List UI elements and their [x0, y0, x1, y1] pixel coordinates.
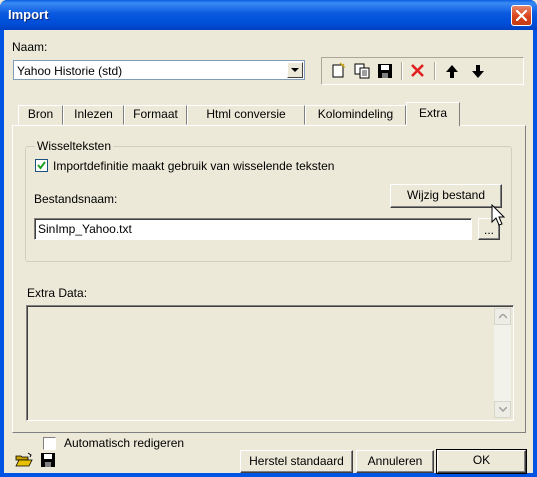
ok-button[interactable]: OK	[436, 449, 527, 474]
wisselteksten-group: Wisselteksten Importdefinitie maakt gebr…	[25, 139, 512, 262]
tab-inlezen[interactable]: Inlezen	[63, 105, 124, 125]
delete-icon[interactable]	[408, 62, 428, 80]
dialog-body: Naam: Yahoo Historie (std) Bron Inlezen …	[4, 30, 533, 474]
tab-kolomindeling[interactable]: Kolomindeling	[305, 105, 406, 125]
close-button[interactable]	[511, 5, 532, 26]
naam-combobox[interactable]: Yahoo Historie (std)	[13, 60, 305, 80]
tab-bron[interactable]: Bron	[18, 105, 63, 125]
automatisch-redigeren-checkbox[interactable]	[43, 437, 56, 450]
new-document-icon[interactable]	[329, 62, 349, 80]
extra-data-label: Extra Data:	[27, 286, 88, 300]
automatisch-redigeren-label[interactable]: Automatisch redigeren	[64, 436, 184, 450]
annuleren-button[interactable]: Annuleren	[356, 450, 434, 473]
bestandsnaam-input[interactable]: SinImp_Yahoo.txt	[34, 218, 472, 240]
title-bar[interactable]: Import	[0, 0, 537, 30]
chevron-down-icon[interactable]	[287, 62, 303, 78]
extra-data-textarea[interactable]	[26, 305, 514, 421]
tab-extra[interactable]: Extra	[406, 102, 460, 126]
move-up-icon[interactable]	[442, 62, 462, 80]
open-folder-icon[interactable]	[15, 452, 33, 468]
tab-html-conversie[interactable]: Html conversie	[187, 105, 305, 125]
definition-toolbar	[321, 57, 524, 85]
save-icon[interactable]	[40, 452, 56, 468]
bestandsnaam-value: SinImp_Yahoo.txt	[38, 222, 132, 236]
window-title: Import	[8, 7, 49, 22]
scroll-down-icon[interactable]	[494, 401, 511, 418]
herstel-standaard-button[interactable]: Herstel standaard	[240, 450, 353, 473]
mouse-cursor-icon	[491, 204, 506, 226]
naam-label: Naam:	[12, 40, 48, 54]
vertical-scrollbar[interactable]	[494, 308, 511, 418]
wisselteksten-title: Wisselteksten	[35, 139, 114, 153]
naam-value: Yahoo Historie (std)	[17, 64, 123, 78]
wisselende-teksten-checkbox[interactable]	[35, 159, 48, 172]
tab-formaat[interactable]: Formaat	[124, 105, 187, 125]
bestandsnaam-label: Bestandsnaam:	[34, 192, 118, 206]
wijzig-bestand-button[interactable]: Wijzig bestand	[390, 184, 502, 208]
scroll-up-icon[interactable]	[494, 308, 511, 325]
move-down-icon[interactable]	[468, 62, 488, 80]
import-dialog: Import Naam: Yahoo Historie (std) Bron I…	[0, 0, 537, 477]
save-icon[interactable]	[375, 62, 395, 80]
wisselende-teksten-label[interactable]: Importdefinitie maakt gebruik van wissel…	[53, 159, 334, 173]
checkmark-icon	[37, 161, 46, 170]
close-icon	[516, 10, 527, 21]
extra-tab-panel: Wisselteksten Importdefinitie maakt gebr…	[12, 125, 526, 450]
copy-icon[interactable]	[352, 62, 372, 80]
